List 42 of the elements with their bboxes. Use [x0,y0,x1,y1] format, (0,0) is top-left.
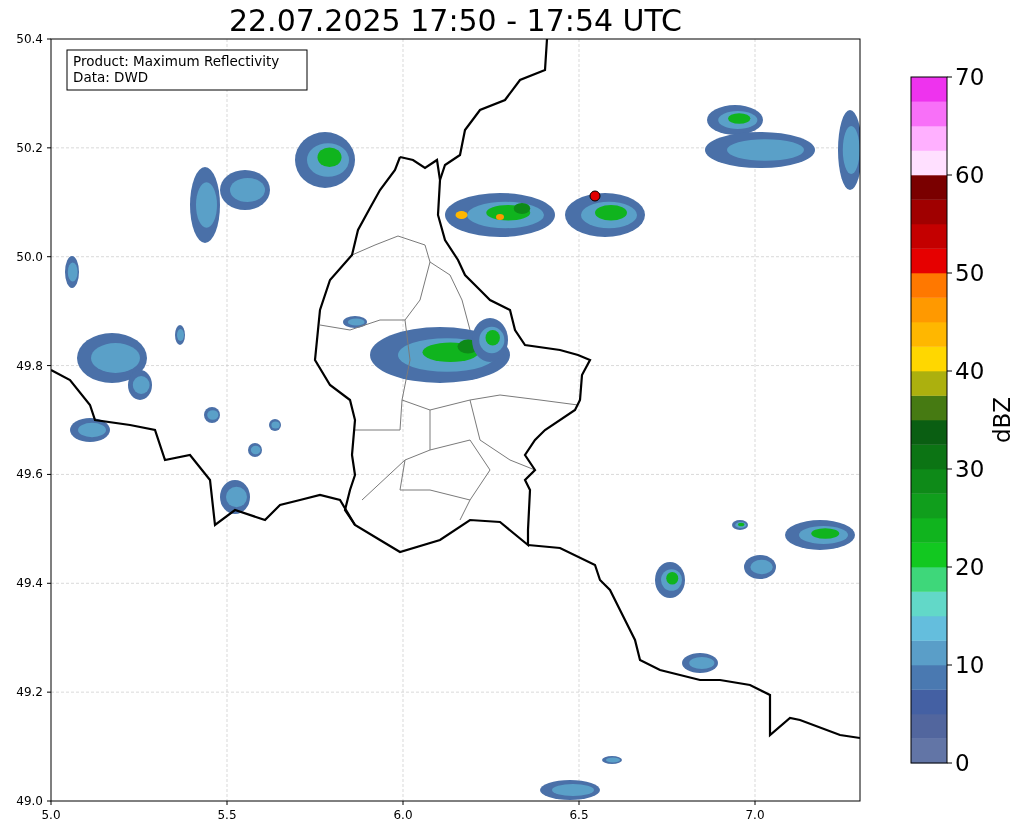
x-tick-label: 7.0 [745,808,765,822]
colorbar-tick-label: 40 [955,358,985,384]
radar-echo [175,325,185,345]
radar-echo [220,480,250,514]
y-tick-label: 50.0 [16,249,43,264]
y-tick-label: 49.6 [16,467,43,482]
y-tick-label: 49.8 [16,358,43,373]
x-tick-label: 6.0 [393,808,413,822]
radar-echo [602,756,622,764]
radar-echo [65,256,79,288]
chart-title: 22.07.2025 17:50 - 17:54 UTC [228,3,683,38]
x-tick-label: 6.5 [569,808,589,822]
colorbar-tick-label: 0 [955,750,970,776]
colorbar-label: dBZ [989,396,1015,444]
colorbar-tick-label: 10 [955,652,985,678]
colorbar-tick-label: 30 [955,456,985,482]
radar-echo [732,520,748,530]
y-tick-label: 50.4 [16,32,43,46]
y-tick-label: 49.0 [16,794,43,808]
colorbar-tick-label: 60 [955,162,985,188]
radar-echo [682,653,718,673]
radar-echo [540,780,600,800]
x-tick-label: 5.5 [217,808,237,822]
radar-echo [785,520,855,550]
radar-echo [744,555,776,579]
radar-echo [248,443,262,457]
colorbar-tick-label: 20 [955,554,985,580]
radar-echo [343,316,367,328]
y-tick-label: 50.2 [16,140,43,155]
y-tick-label: 49.2 [16,685,43,700]
radar-echo [204,407,220,423]
annotation-text: Product: Maximum Reflectivity [73,53,280,69]
annotation-text: Data: DWD [73,69,149,85]
radar-echo [295,132,355,188]
colorbar-tick-label: 50 [955,260,985,286]
radar-echo [655,562,685,598]
x-tick-label: 5.0 [41,808,61,822]
colorbar-tick-label: 70 [955,64,985,90]
y-tick-label: 49.4 [16,576,43,591]
location-marker [589,190,601,202]
radar-echo [269,419,281,431]
radar-echo [70,418,110,442]
